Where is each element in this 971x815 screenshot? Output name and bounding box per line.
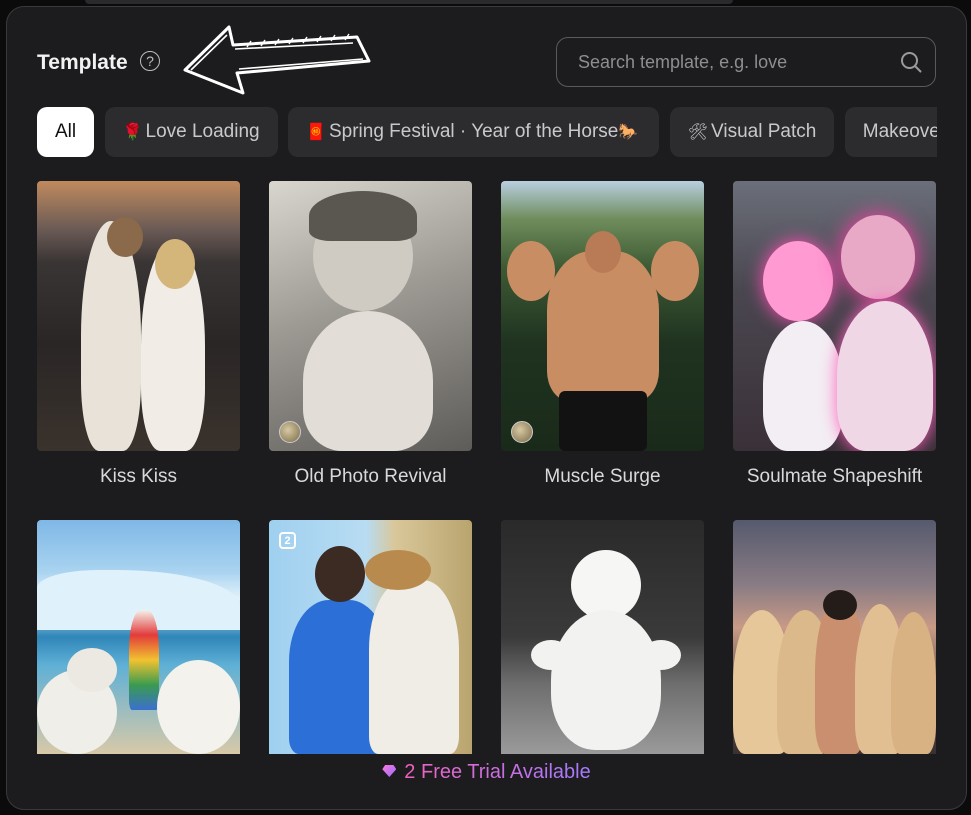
- template-thumbnail[interactable]: [37, 181, 240, 451]
- tab-visual-patch[interactable]: 🛠 Visual Patch: [669, 107, 835, 157]
- free-trial-banner[interactable]: 2 Free Trial Available: [7, 761, 966, 784]
- template-card-soulmate-shapeshift[interactable]: Soulmate Shapeshift: [733, 181, 936, 488]
- template-card-old-photo-revival[interactable]: Old Photo Revival: [269, 181, 472, 488]
- template-card-hug-couple[interactable]: 2: [257, 508, 484, 768]
- template-thumbnail[interactable]: [733, 520, 936, 754]
- horse-icon: 🐎: [618, 124, 639, 141]
- template-card-muscle-surge[interactable]: Muscle Surge: [501, 181, 704, 488]
- help-icon[interactable]: ?: [140, 51, 160, 71]
- window-top-strip: [85, 0, 733, 4]
- page-title: Template: [37, 51, 128, 74]
- creator-avatar: [511, 421, 533, 443]
- search-icon[interactable]: [899, 50, 923, 74]
- hand-drawn-arrow-icon: [183, 25, 371, 95]
- tab-spring-festival[interactable]: 🧧 Spring Festival · Year of the Horse 🐎: [288, 107, 660, 157]
- gem-icon: [382, 765, 397, 777]
- template-thumbnail[interactable]: [733, 181, 936, 451]
- tab-all[interactable]: All: [37, 107, 95, 157]
- template-label: Old Photo Revival: [294, 466, 447, 487]
- rose-icon: 🌹: [122, 124, 143, 141]
- template-label: Muscle Surge: [544, 466, 661, 487]
- template-label: Kiss Kiss: [99, 466, 178, 487]
- template-thumbnail[interactable]: [37, 520, 240, 754]
- template-thumbnail[interactable]: 2: [269, 520, 472, 754]
- template-panel: Template ? All 🌹Love Loading 🧧Spring Fes…: [6, 6, 967, 810]
- template-card-polar-bears[interactable]: [37, 520, 240, 754]
- tab-makeover-studio[interactable]: Makeover Stud: [844, 107, 937, 157]
- template-thumbnail[interactable]: [501, 520, 704, 754]
- tools-icon: 🛠: [687, 124, 709, 141]
- creator-avatar: [279, 421, 301, 443]
- multi-photo-icon: 2: [279, 532, 296, 549]
- tab-love-loading[interactable]: 🌹 Love Loading: [104, 107, 278, 157]
- search-input[interactable]: [576, 50, 899, 74]
- template-card-group-girls[interactable]: [733, 520, 936, 754]
- template-thumbnail[interactable]: [269, 181, 472, 451]
- template-card-kiss-kiss[interactable]: Kiss Kiss: [37, 181, 240, 488]
- search-box[interactable]: [556, 37, 936, 87]
- template-card-white-dog[interactable]: [501, 520, 704, 754]
- template-thumbnail[interactable]: [501, 181, 704, 451]
- red-envelope-icon: 🧧: [306, 124, 326, 141]
- template-label: Soulmate Shapeshift: [746, 466, 923, 487]
- category-tabs: All 🌹 Love Loading 🧧 Spring Festival · Yea…: [37, 107, 937, 157]
